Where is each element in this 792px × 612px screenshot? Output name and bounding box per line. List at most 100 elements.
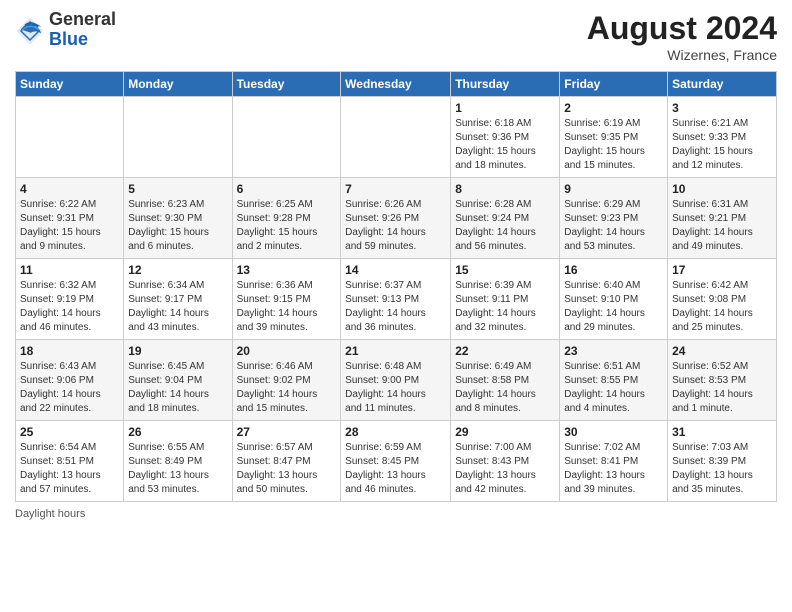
calendar-cell: 21Sunrise: 6:48 AM Sunset: 9:00 PM Dayli…: [341, 340, 451, 421]
calendar-cell: 9Sunrise: 6:29 AM Sunset: 9:23 PM Daylig…: [560, 178, 668, 259]
day-number: 13: [237, 263, 337, 277]
day-info: Sunrise: 6:32 AM Sunset: 9:19 PM Dayligh…: [20, 279, 119, 335]
calendar-cell: 22 Sunrise: 6:49 AM Sunset: 8:58 PM Dayli…: [451, 340, 560, 421]
day-number: 1: [455, 101, 555, 115]
calendar-day-header: Friday: [560, 72, 668, 97]
calendar-cell: 4 Sunrise: 6:22 AM Sunset: 9:31 PM Daylig…: [16, 178, 124, 259]
day-info: Sunrise: 6:52 AM Sunset: 8:53 PM Dayligh…: [672, 360, 772, 416]
day-number: 2: [564, 101, 663, 115]
day-info: Sunrise: 6:49 AM Sunset: 8:58 PM Dayligh…: [455, 360, 555, 416]
calendar-week-row: 25Sunrise: 6:54 AM Sunset: 8:51 PM Dayli…: [16, 421, 777, 502]
calendar-day-header: Sunday: [16, 72, 124, 97]
month-year-title: August 2024: [587, 10, 777, 47]
day-number: 10: [672, 182, 772, 196]
day-info: Sunrise: 7:02 AM Sunset: 8:41 PM Dayligh…: [564, 441, 663, 497]
calendar-week-row: 1 Sunrise: 6:18 AM Sunset: 9:36 PM Daylig…: [16, 97, 777, 178]
day-info: Sunrise: 6:42 AM Sunset: 9:08 PM Dayligh…: [672, 279, 772, 335]
calendar-cell: 30 Sunrise: 7:02 AM Sunset: 8:41 PM Dayli…: [560, 421, 668, 502]
day-number: 12: [128, 263, 227, 277]
title-block: August 2024 Wizernes, France: [587, 10, 777, 63]
day-info: Sunrise: 6:37 AM Sunset: 9:13 PM Dayligh…: [345, 279, 446, 335]
day-info: Sunrise: 6:18 AM Sunset: 9:36 PM Dayligh…: [455, 117, 555, 173]
day-number: 26: [128, 425, 227, 439]
day-number: 11: [20, 263, 119, 277]
calendar-table: SundayMondayTuesdayWednesdayThursdayFrid…: [15, 71, 777, 502]
day-number: 14: [345, 263, 446, 277]
day-info: Sunrise: 6:23 AM Sunset: 9:30 PM Dayligh…: [128, 198, 227, 254]
calendar-cell: 16 Sunrise: 6:40 AM Sunset: 9:10 PM Dayli…: [560, 259, 668, 340]
calendar-day-header: Tuesday: [232, 72, 341, 97]
logo-blue-text: Blue: [49, 30, 116, 50]
calendar-cell: 5Sunrise: 6:23 AM Sunset: 9:30 PM Daylig…: [124, 178, 232, 259]
calendar-cell: 19Sunrise: 6:45 AM Sunset: 9:04 PM Dayli…: [124, 340, 232, 421]
calendar-cell: 29Sunrise: 7:00 AM Sunset: 8:43 PM Dayli…: [451, 421, 560, 502]
day-number: 31: [672, 425, 772, 439]
generalblue-logo-icon: [15, 16, 45, 46]
day-info: Sunrise: 6:21 AM Sunset: 9:33 PM Dayligh…: [672, 117, 772, 173]
calendar-cell: 26Sunrise: 6:55 AM Sunset: 8:49 PM Dayli…: [124, 421, 232, 502]
day-number: 28: [345, 425, 446, 439]
day-number: 30: [564, 425, 663, 439]
day-info: Sunrise: 6:36 AM Sunset: 9:15 PM Dayligh…: [237, 279, 337, 335]
day-info: Sunrise: 6:59 AM Sunset: 8:45 PM Dayligh…: [345, 441, 446, 497]
calendar-cell: [16, 97, 124, 178]
daylight-note-text: Daylight hours: [15, 508, 85, 520]
day-info: Sunrise: 6:26 AM Sunset: 9:26 PM Dayligh…: [345, 198, 446, 254]
calendar-day-header: Wednesday: [341, 72, 451, 97]
day-number: 24: [672, 344, 772, 358]
day-info: Sunrise: 6:29 AM Sunset: 9:23 PM Dayligh…: [564, 198, 663, 254]
calendar-cell: 31Sunrise: 7:03 AM Sunset: 8:39 PM Dayli…: [668, 421, 777, 502]
calendar-day-header: Thursday: [451, 72, 560, 97]
day-info: Sunrise: 6:43 AM Sunset: 9:06 PM Dayligh…: [20, 360, 119, 416]
day-info: Sunrise: 6:19 AM Sunset: 9:35 PM Dayligh…: [564, 117, 663, 173]
calendar-cell: 23 Sunrise: 6:51 AM Sunset: 8:55 PM Dayli…: [560, 340, 668, 421]
calendar-day-header: Monday: [124, 72, 232, 97]
day-number: 17: [672, 263, 772, 277]
calendar-cell: 25Sunrise: 6:54 AM Sunset: 8:51 PM Dayli…: [16, 421, 124, 502]
day-number: 16: [564, 263, 663, 277]
calendar-cell: 7 Sunrise: 6:26 AM Sunset: 9:26 PM Daylig…: [341, 178, 451, 259]
page: General Blue August 2024 Wizernes, Franc…: [0, 0, 792, 612]
day-number: 22: [455, 344, 555, 358]
calendar-cell: [341, 97, 451, 178]
calendar-week-row: 18Sunrise: 6:43 AM Sunset: 9:06 PM Dayli…: [16, 340, 777, 421]
logo: General Blue: [15, 10, 116, 50]
calendar-cell: 2 Sunrise: 6:19 AM Sunset: 9:35 PM Daylig…: [560, 97, 668, 178]
day-number: 3: [672, 101, 772, 115]
calendar-header-row: SundayMondayTuesdayWednesdayThursdayFrid…: [16, 72, 777, 97]
day-number: 23: [564, 344, 663, 358]
calendar-cell: 17 Sunrise: 6:42 AM Sunset: 9:08 PM Dayli…: [668, 259, 777, 340]
calendar-cell: 10Sunrise: 6:31 AM Sunset: 9:21 PM Dayli…: [668, 178, 777, 259]
day-number: 20: [237, 344, 337, 358]
day-info: Sunrise: 6:40 AM Sunset: 9:10 PM Dayligh…: [564, 279, 663, 335]
calendar-cell: 20Sunrise: 6:46 AM Sunset: 9:02 PM Dayli…: [232, 340, 341, 421]
day-number: 4: [20, 182, 119, 196]
calendar-cell: 11 Sunrise: 6:32 AM Sunset: 9:19 PM Dayli…: [16, 259, 124, 340]
calendar-cell: 13 Sunrise: 6:36 AM Sunset: 9:15 PM Dayli…: [232, 259, 341, 340]
header: General Blue August 2024 Wizernes, Franc…: [15, 10, 777, 63]
calendar-cell: 15Sunrise: 6:39 AM Sunset: 9:11 PM Dayli…: [451, 259, 560, 340]
day-info: Sunrise: 6:39 AM Sunset: 9:11 PM Dayligh…: [455, 279, 555, 335]
day-number: 19: [128, 344, 227, 358]
calendar-cell: 24 Sunrise: 6:52 AM Sunset: 8:53 PM Dayli…: [668, 340, 777, 421]
day-number: 21: [345, 344, 446, 358]
day-info: Sunrise: 6:57 AM Sunset: 8:47 PM Dayligh…: [237, 441, 337, 497]
footer-note: Daylight hours: [15, 508, 777, 520]
day-number: 27: [237, 425, 337, 439]
calendar-day-header: Saturday: [668, 72, 777, 97]
day-info: Sunrise: 6:51 AM Sunset: 8:55 PM Dayligh…: [564, 360, 663, 416]
day-info: Sunrise: 6:22 AM Sunset: 9:31 PM Dayligh…: [20, 198, 119, 254]
day-info: Sunrise: 6:54 AM Sunset: 8:51 PM Dayligh…: [20, 441, 119, 497]
day-number: 8: [455, 182, 555, 196]
day-info: Sunrise: 6:28 AM Sunset: 9:24 PM Dayligh…: [455, 198, 555, 254]
calendar-week-row: 11 Sunrise: 6:32 AM Sunset: 9:19 PM Dayli…: [16, 259, 777, 340]
calendar-cell: [232, 97, 341, 178]
day-info: Sunrise: 7:00 AM Sunset: 8:43 PM Dayligh…: [455, 441, 555, 497]
day-number: 7: [345, 182, 446, 196]
calendar-cell: 28 Sunrise: 6:59 AM Sunset: 8:45 PM Dayli…: [341, 421, 451, 502]
calendar-cell: 3 Sunrise: 6:21 AM Sunset: 9:33 PM Daylig…: [668, 97, 777, 178]
calendar-cell: 6Sunrise: 6:25 AM Sunset: 9:28 PM Daylig…: [232, 178, 341, 259]
calendar-cell: 18Sunrise: 6:43 AM Sunset: 9:06 PM Dayli…: [16, 340, 124, 421]
day-number: 6: [237, 182, 337, 196]
calendar-cell: 1 Sunrise: 6:18 AM Sunset: 9:36 PM Daylig…: [451, 97, 560, 178]
